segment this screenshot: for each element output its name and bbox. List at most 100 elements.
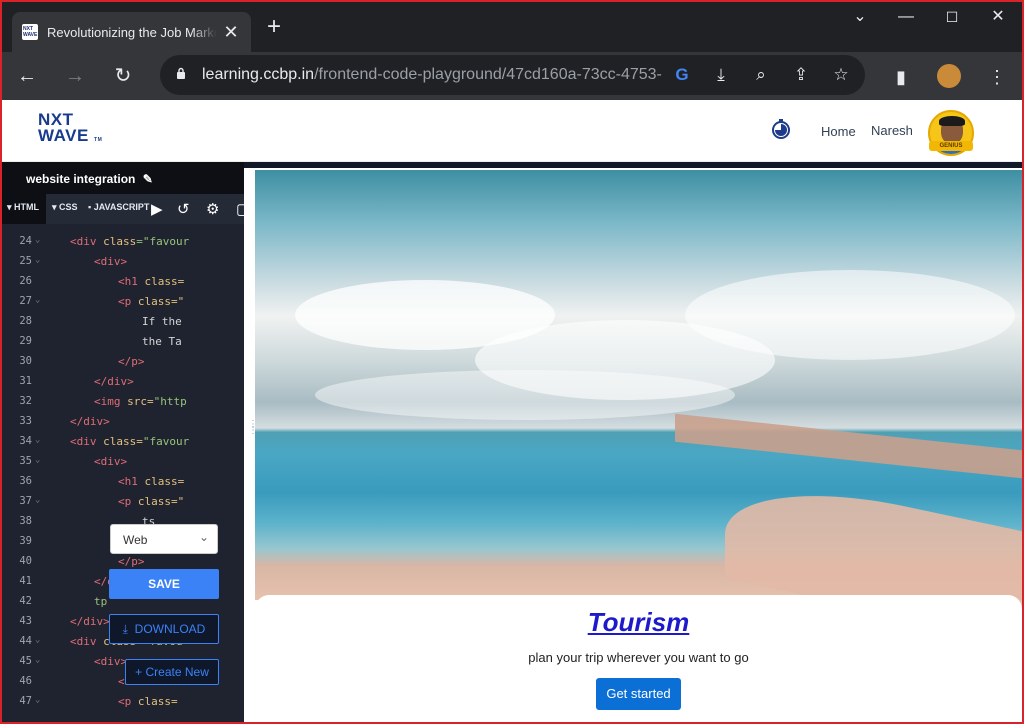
genius-badge: GENIUS bbox=[929, 141, 973, 151]
code-text: <div class="favour bbox=[70, 235, 190, 248]
code-line[interactable]: 27 ⌄ <p class=" bbox=[2, 292, 244, 312]
editor-tabs: ▾ HTML ▾ CSS ▪ JAVASCRIPT ▶ ↺ ⚙ ▢ bbox=[2, 194, 250, 224]
code-text: <h1 class= bbox=[118, 475, 185, 488]
edit-pencil-icon[interactable]: ✎ bbox=[143, 172, 153, 186]
code-line[interactable]: 37 ⌄ <p class=" bbox=[2, 492, 244, 512]
fold-chevron-icon[interactable]: ⌄ bbox=[35, 255, 40, 265]
fold-chevron-icon[interactable]: ⌄ bbox=[35, 635, 40, 645]
nav-user-name[interactable]: Naresh bbox=[871, 123, 913, 138]
code-line[interactable]: 25 ⌄ <div> bbox=[2, 252, 244, 272]
code-text: <p class=" bbox=[118, 295, 185, 308]
code-line[interactable]: 30 </p> bbox=[2, 352, 244, 372]
fold-chevron-icon[interactable]: ⌄ bbox=[35, 295, 40, 305]
stopwatch-icon[interactable] bbox=[770, 118, 792, 140]
fold-chevron-icon[interactable]: ⌄ bbox=[35, 655, 40, 665]
line-number: 25 bbox=[19, 255, 32, 267]
tab-html[interactable]: ▾ HTML bbox=[2, 194, 46, 224]
fold-chevron-icon[interactable]: ⌄ bbox=[35, 455, 40, 465]
fold-chevron-icon[interactable]: ⌄ bbox=[35, 695, 40, 705]
code-line[interactable]: 26 <h1 class= bbox=[2, 272, 244, 292]
get-started-button[interactable]: Get started bbox=[596, 678, 681, 710]
nav-home-link[interactable]: Home bbox=[821, 124, 856, 139]
bookmark-star-icon[interactable]: ☆ bbox=[830, 64, 852, 86]
code-text: the Ta bbox=[142, 335, 182, 348]
code-text: <div class="favour bbox=[70, 435, 190, 448]
tab-css[interactable]: ▾ CSS bbox=[52, 202, 78, 213]
code-text: <div> bbox=[94, 455, 128, 468]
line-number: 35 bbox=[19, 455, 32, 467]
code-line[interactable]: 36 <h1 class= bbox=[2, 472, 244, 492]
chevron-down-icon: ⌄ bbox=[198, 530, 209, 544]
zoom-icon[interactable]: ⌕ bbox=[750, 64, 772, 86]
google-lens-icon[interactable]: G bbox=[671, 64, 693, 86]
run-play-icon[interactable]: ▶ bbox=[151, 200, 163, 218]
tab-javascript[interactable]: ▪ JAVASCRIPT bbox=[88, 202, 149, 212]
line-number: 44 bbox=[19, 635, 32, 647]
code-line[interactable]: 33 </div> bbox=[2, 412, 244, 432]
tab-search-chevron-icon[interactable]: ⌄ bbox=[838, 8, 882, 28]
browser-toolbar: ← → ↻ learning.ccbp.in/frontend-code-pla… bbox=[0, 52, 1024, 100]
download-button[interactable]: ⤓ DOWNLOAD bbox=[109, 614, 219, 644]
share-icon[interactable]: ⇪ bbox=[790, 64, 812, 86]
install-app-icon[interactable]: ⤓ bbox=[710, 64, 732, 86]
settings-gear-icon[interactable]: ⚙ bbox=[206, 200, 219, 218]
line-number: 24 bbox=[19, 235, 32, 247]
code-text: </p> bbox=[118, 355, 145, 368]
close-window-button[interactable]: ✕ bbox=[976, 8, 1020, 28]
line-number: 31 bbox=[19, 375, 32, 387]
browser-tab[interactable]: NXT WAVE Revolutionizing the Job Market ✕ bbox=[12, 12, 251, 52]
maximize-button[interactable]: ☐ bbox=[930, 8, 974, 28]
tab-close-icon[interactable]: ✕ bbox=[221, 22, 241, 43]
code-text: <div> bbox=[94, 255, 128, 268]
forward-button[interactable]: → bbox=[61, 62, 89, 90]
code-line[interactable]: 29 the Ta bbox=[2, 332, 244, 352]
create-new-button[interactable]: + Create New bbox=[125, 659, 219, 685]
code-line[interactable]: 31 </div> bbox=[2, 372, 244, 392]
code-text: <p class=" bbox=[118, 495, 185, 508]
line-number: 45 bbox=[19, 655, 32, 667]
line-number: 46 bbox=[19, 675, 32, 687]
resize-handle[interactable]: ⋮ ⋮ bbox=[248, 420, 258, 456]
address-bar[interactable]: learning.ccbp.in/frontend-code-playgroun… bbox=[160, 55, 865, 95]
reset-icon[interactable]: ↺ bbox=[177, 200, 190, 218]
fold-chevron-icon[interactable]: ⌄ bbox=[35, 235, 40, 245]
line-number: 41 bbox=[19, 575, 32, 587]
line-number: 40 bbox=[19, 555, 32, 567]
card-title[interactable]: Tourism bbox=[255, 607, 1022, 638]
line-number: 33 bbox=[19, 415, 32, 427]
nxtwave-logo[interactable]: NXT WAVE TM bbox=[38, 111, 102, 148]
save-button[interactable]: SAVE bbox=[109, 569, 219, 599]
side-panel-icon[interactable]: ▮ bbox=[890, 66, 912, 88]
line-number: 26 bbox=[19, 275, 32, 287]
code-line[interactable]: 32 <img src="http bbox=[2, 392, 244, 412]
reload-button[interactable]: ↻ bbox=[109, 62, 137, 90]
code-area[interactable]: 24 ⌄ <div class="favour 25 ⌄ <div> 26 <h1 class… bbox=[2, 224, 244, 722]
new-tab-button[interactable]: + bbox=[262, 15, 286, 40]
code-line[interactable]: 35 ⌄ <div> bbox=[2, 452, 244, 472]
code-line[interactable]: 47 ⌄ <p class= bbox=[2, 692, 244, 712]
profile-avatar-icon[interactable] bbox=[937, 64, 961, 88]
css-icon: ▾ bbox=[52, 202, 57, 212]
nxtwave-favicon-icon: NXT WAVE bbox=[22, 24, 38, 40]
card-subtitle: plan your trip wherever you want to go bbox=[528, 650, 749, 665]
minimize-button[interactable]: — bbox=[884, 8, 928, 28]
fold-chevron-icon[interactable]: ⌄ bbox=[35, 495, 40, 505]
fold-chevron-icon[interactable]: ⌄ bbox=[35, 435, 40, 445]
code-text: <div> bbox=[94, 655, 128, 668]
project-title: website integration ✎ bbox=[2, 162, 244, 194]
url-text: learning.ccbp.in/frontend-code-playgroun… bbox=[202, 66, 662, 83]
code-line[interactable]: 28 If the bbox=[2, 312, 244, 332]
code-text: </p> bbox=[118, 555, 145, 568]
line-number: 37 bbox=[19, 495, 32, 507]
site-header: NXT WAVE TM Home Naresh GENIUS bbox=[2, 100, 1022, 162]
fullscreen-icon[interactable]: ▢ bbox=[236, 200, 250, 218]
code-line[interactable]: 24 ⌄ <div class="favour bbox=[2, 232, 244, 252]
browser-menu-icon[interactable]: ⋮ bbox=[986, 66, 1008, 88]
line-number: 42 bbox=[19, 595, 32, 607]
back-button[interactable]: ← bbox=[13, 62, 41, 90]
code-line[interactable]: 34 ⌄ <div class="favour bbox=[2, 432, 244, 452]
code-text: </div> bbox=[94, 375, 134, 388]
line-number: 36 bbox=[19, 475, 32, 487]
beach-hero-image bbox=[255, 170, 1022, 642]
platform-select[interactable]: Web ⌄ bbox=[110, 524, 218, 554]
